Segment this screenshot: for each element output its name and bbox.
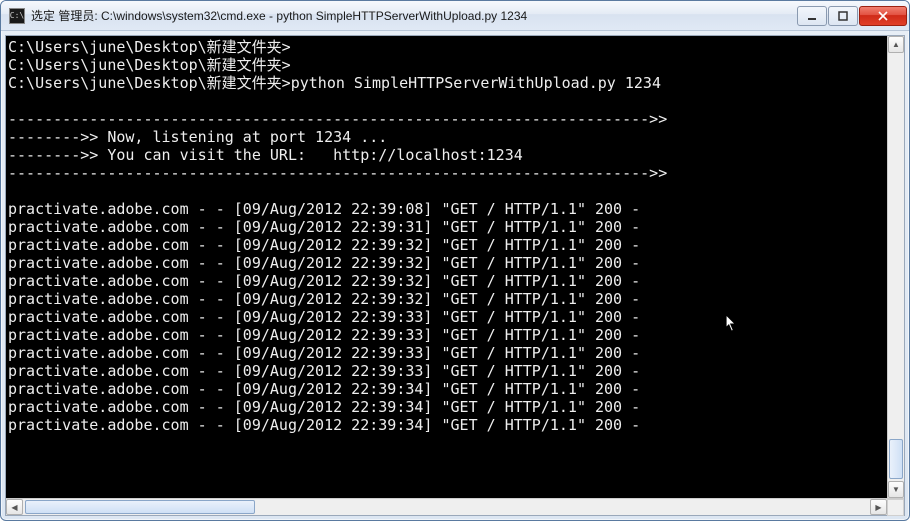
client-area: C:\Users\june\Desktop\新建文件夹> C:\Users\ju… (5, 35, 905, 516)
hscroll-thumb[interactable] (25, 500, 255, 514)
scroll-down-arrow[interactable]: ▼ (888, 481, 904, 498)
vscroll-thumb[interactable] (889, 439, 903, 479)
titlebar[interactable]: C:\ 选定 管理员: C:\windows\system32\cmd.exe … (1, 1, 909, 31)
hscroll-track[interactable] (23, 499, 870, 515)
console-output[interactable]: C:\Users\june\Desktop\新建文件夹> C:\Users\ju… (6, 36, 887, 498)
close-button[interactable] (859, 6, 907, 26)
vertical-scrollbar[interactable]: ▲ ▼ (887, 36, 904, 498)
maximize-button[interactable] (828, 6, 858, 26)
window-controls (797, 6, 907, 26)
scroll-right-arrow[interactable]: ▶ (870, 499, 887, 515)
minimize-button[interactable] (797, 6, 827, 26)
cmd-icon: C:\ (9, 8, 25, 24)
resize-grip[interactable] (887, 499, 904, 516)
window-title: 选定 管理员: C:\windows\system32\cmd.exe - py… (31, 7, 797, 24)
vscroll-track[interactable] (888, 53, 904, 481)
cmd-window: C:\ 选定 管理员: C:\windows\system32\cmd.exe … (0, 0, 910, 521)
horizontal-scrollbar[interactable]: ◀ ▶ (6, 498, 904, 515)
scroll-left-arrow[interactable]: ◀ (6, 499, 23, 515)
scroll-up-arrow[interactable]: ▲ (888, 36, 904, 53)
